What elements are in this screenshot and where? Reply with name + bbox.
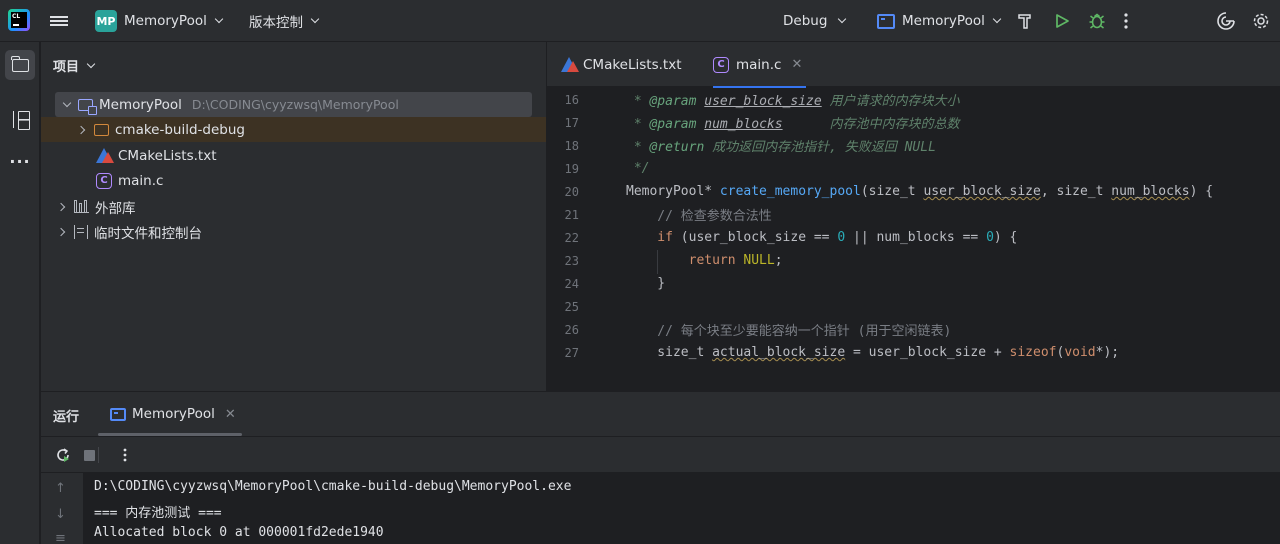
chevron-down-icon — [86, 59, 96, 68]
tab-label: main.c — [736, 56, 782, 73]
close-icon[interactable]: ✕ — [791, 57, 802, 72]
project-panel-header[interactable]: 项目 — [53, 56, 96, 75]
console-line: D:\CODING\cyyzwsq\MemoryPool\cmake-build… — [94, 479, 572, 494]
code-line: 16 * @param user_block_size 用户请求的内存块大小 — [564, 92, 960, 110]
tree-item-scratches[interactable]: 临时文件和控制台 — [41, 219, 546, 244]
tree-item-label: 外部库 — [95, 200, 136, 217]
indent-guide — [657, 250, 658, 274]
c-file-icon: C — [96, 172, 112, 189]
run-toolbar — [41, 436, 1280, 472]
code-line: 19 */ — [564, 161, 650, 176]
tree-item-memorypool[interactable]: MemoryPool D:\CODING\cyyzwsq\MemoryPool — [55, 92, 532, 117]
expand-arrow-icon[interactable] — [76, 125, 86, 134]
tree-item-external-libraries[interactable]: 外部库 — [41, 194, 546, 219]
ai-assistant-icon[interactable] — [1216, 0, 1238, 42]
vcs-label: 版本控制 — [249, 15, 303, 31]
code-line: 22 if (user_block_size == 0 || num_block… — [564, 230, 1018, 245]
project-badge: MP — [95, 10, 117, 32]
tab-cmakelists[interactable]: CMakeLists.txt — [561, 42, 682, 87]
build-hammer-icon[interactable] — [1016, 0, 1036, 42]
c-file-icon: C — [713, 56, 729, 73]
expand-arrow-icon[interactable] — [56, 227, 66, 236]
vcs-menu[interactable]: 版本控制 — [249, 0, 320, 42]
module-folder-icon — [78, 98, 97, 115]
toolbar-divider — [98, 447, 99, 463]
clion-logo-icon[interactable]: CL — [8, 9, 30, 31]
code-line: 24 } — [564, 276, 666, 291]
settings-gear-icon[interactable] — [1252, 0, 1274, 42]
project-name: MemoryPool — [124, 13, 207, 29]
tree-item-cmake-build-debug[interactable]: cmake-build-debug — [41, 117, 546, 142]
console-gutter: ↑ ↓ ≡ — [41, 473, 83, 544]
project-panel: 项目 MemoryPool D:\CODING\cyyzwsq\MemoryPo… — [41, 42, 546, 391]
code-line: 27 size_t actual_block_size = user_block… — [564, 345, 1120, 360]
main-menu-icon[interactable] — [50, 0, 70, 42]
chevron-down-icon — [838, 14, 847, 24]
project-tool-folder-icon[interactable] — [5, 50, 35, 80]
run-panel: 运行 MemoryPool ✕ ↑ ↓ ≡ D:\CODING\cyyzwsq\… — [41, 391, 1280, 544]
code-line: 25 — [564, 299, 579, 314]
editor-tabs: CMakeLists.txt C main.c ✕ — [547, 42, 1280, 88]
run-panel-title: 运行 — [53, 410, 80, 425]
project-switcher[interactable]: MP MemoryPool — [95, 0, 224, 42]
run-config-icon — [877, 13, 895, 29]
console-output[interactable]: ↑ ↓ ≡ D:\CODING\cyyzwsq\MemoryPool\cmake… — [41, 472, 1280, 544]
editor: CMakeLists.txt C main.c ✕ 16 * @param us… — [546, 42, 1280, 391]
chevron-down-icon — [310, 14, 320, 24]
code-line: 17 * @param num_blocks 内存池中内存块的总数 — [564, 115, 960, 133]
code-line: 21 // 检查参数合法性 — [564, 207, 772, 225]
run-config-selector[interactable]: MemoryPool — [877, 0, 1002, 42]
chevron-down-icon — [992, 14, 1002, 24]
run-config-label: MemoryPool — [902, 13, 985, 29]
stop-icon[interactable] — [79, 445, 99, 465]
more-actions-icon[interactable] — [1124, 0, 1144, 42]
soft-wrap-icon[interactable]: ≡ — [55, 531, 66, 544]
project-panel-title: 项目 — [53, 60, 80, 75]
tool-window-strip: ··· — [0, 42, 40, 544]
run-config-icon — [110, 407, 126, 421]
title-bar: CL MP MemoryPool 版本控制 Debug MemoryPool — [0, 0, 1280, 42]
console-line: === 内存池测试 === — [94, 506, 222, 521]
folder-icon — [94, 123, 109, 136]
code-line: 18 * @return 成功返回内存池指针, 失败返回 NULL — [564, 138, 936, 156]
tab-label: CMakeLists.txt — [583, 56, 682, 73]
tree-item-main-c[interactable]: C main.c — [41, 168, 546, 193]
run-tab-label: MemoryPool — [132, 406, 215, 422]
debug-bug-icon[interactable] — [1088, 0, 1108, 42]
structure-tool-icon[interactable] — [5, 104, 35, 134]
tree-item-path: D:\CODING\cyyzwsq\MemoryPool — [191, 97, 399, 112]
tree-item-label: cmake-build-debug — [115, 121, 245, 138]
code-area[interactable]: 16 * @param user_block_size 用户请求的内存块大小 1… — [547, 88, 1280, 391]
scratches-icon — [74, 224, 88, 239]
run-tab-memorypool[interactable]: MemoryPool ✕ — [110, 392, 236, 436]
expand-arrow-icon[interactable] — [56, 202, 66, 211]
run-panel-header: 运行 MemoryPool ✕ — [41, 392, 1280, 436]
code-line: 26 // 每个块至少要能容纳一个指针 (用于空闲链表) — [564, 322, 952, 340]
scroll-up-arrow-icon[interactable]: ↑ — [55, 481, 66, 496]
more-tools-icon[interactable]: ··· — [5, 146, 35, 176]
expand-arrow-icon[interactable] — [62, 98, 72, 108]
library-icon — [74, 200, 89, 213]
cmake-file-icon — [561, 57, 579, 72]
more-actions-icon[interactable] — [115, 445, 135, 465]
chevron-down-icon — [214, 14, 224, 24]
tree-item-label: MemoryPool — [99, 96, 182, 113]
tree-item-label: 临时文件和控制台 — [94, 225, 202, 242]
tab-main-c[interactable]: C main.c ✕ — [713, 42, 807, 88]
close-icon[interactable]: ✕ — [225, 407, 236, 422]
code-line: 20 MemoryPool* create_memory_pool(size_t… — [564, 184, 1214, 199]
run-play-icon[interactable] — [1054, 0, 1074, 42]
scroll-down-arrow-icon[interactable]: ↓ — [55, 507, 66, 522]
build-config-selector[interactable]: Debug — [783, 0, 847, 42]
rerun-icon[interactable] — [53, 445, 73, 465]
cmake-file-icon — [96, 148, 114, 163]
console-line: Allocated block 0 at 000001fd2ede1940 — [94, 525, 384, 540]
tree-item-label: main.c — [118, 172, 164, 189]
tree-item-label: CMakeLists.txt — [118, 147, 217, 164]
tree-item-cmakelists[interactable]: CMakeLists.txt — [41, 143, 546, 168]
build-config-label: Debug — [783, 13, 828, 29]
